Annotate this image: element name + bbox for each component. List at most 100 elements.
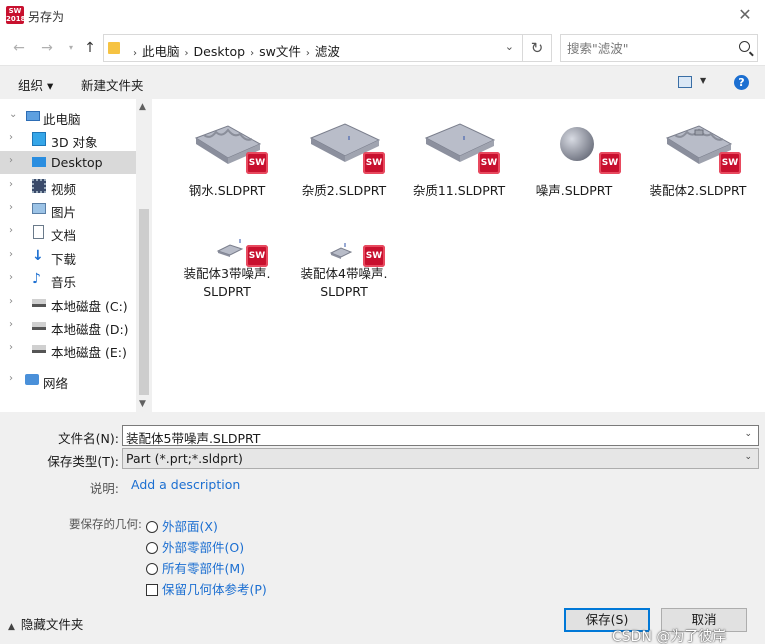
option-label: 保留几何体参考(P) <box>162 582 267 597</box>
chevron-right-icon[interactable]: › <box>9 373 13 384</box>
sidebar-item-desktop[interactable]: › Desktop <box>0 151 136 174</box>
sidebar-item-network[interactable]: › 网络 <box>0 369 136 392</box>
chevron-right-icon[interactable]: › <box>9 342 13 353</box>
folder-icon <box>108 42 120 54</box>
sidebar-item-label: 3D 对象 <box>51 135 98 150</box>
file-item[interactable]: SW 装配体2.SLDPRT <box>639 106 757 206</box>
exterior-components-option[interactable]: 外部零部件(O) <box>146 537 244 556</box>
solidworks-file-icon: SW <box>599 152 621 174</box>
sidebar-item-drive-c[interactable]: › 本地磁盘 (C:) <box>0 292 136 315</box>
save-options-panel: 文件名(N): 装配体5带噪声.SLDPRT ⌄ 保存类型(T): Part (… <box>0 412 765 644</box>
chevron-right-icon[interactable]: › <box>9 296 13 307</box>
window-title: 另存为 <box>28 10 65 24</box>
hide-folders-toggle[interactable]: ▲ 隐藏文件夹 <box>8 614 83 633</box>
sidebar-item-videos[interactable]: › 视频 <box>0 175 136 198</box>
help-icon[interactable]: ? <box>734 75 749 90</box>
pictures-icon <box>32 203 46 214</box>
exterior-faces-option[interactable]: 外部面(X) <box>146 516 218 535</box>
chevron-right-icon[interactable]: › <box>9 179 13 190</box>
close-icon[interactable]: ✕ <box>735 5 755 25</box>
recent-locations-chevron-icon[interactable]: ▾ <box>62 39 80 57</box>
drive-icon <box>32 345 46 353</box>
chevron-right-icon[interactable]: › <box>9 249 13 260</box>
chevron-right-icon[interactable]: › <box>9 202 13 213</box>
sidebar-scrollbar[interactable]: ▲ ▼ <box>136 99 151 412</box>
file-name: 装配体3带噪声. SLDPRT <box>183 266 271 299</box>
solidworks-file-icon: SW <box>478 152 500 174</box>
chevron-down-icon[interactable]: ⌄ <box>744 429 752 439</box>
desktop-icon <box>32 157 46 167</box>
radio-button[interactable] <box>146 521 158 533</box>
chevron-right-icon[interactable]: › <box>9 132 13 143</box>
sidebar-item-drive-e[interactable]: › 本地磁盘 (E:) <box>0 338 136 361</box>
sidebar-item-pictures[interactable]: › 图片 <box>0 198 136 221</box>
new-folder-button[interactable]: 新建文件夹 <box>81 75 144 94</box>
filetype-select[interactable]: Part (*.prt;*.sldprt) ⌄ <box>122 448 759 469</box>
scrollbar-thumb[interactable] <box>139 209 149 395</box>
search-box[interactable] <box>560 34 758 62</box>
description-label: 说明: <box>89 481 119 496</box>
checkbox[interactable] <box>146 584 158 596</box>
forward-arrow-icon[interactable]: → <box>38 39 56 57</box>
breadcrumb-item-sw-files[interactable]: sw文件 <box>259 44 301 59</box>
refresh-button[interactable]: ↻ <box>522 34 552 62</box>
breadcrumb-item-this-pc[interactable]: 此电脑 <box>142 44 180 59</box>
chevron-down-icon[interactable]: ⌄ <box>9 109 17 120</box>
file-name: 装配体2.SLDPRT <box>649 183 747 198</box>
scroll-up-icon[interactable]: ▲ <box>139 102 146 112</box>
radio-button[interactable] <box>146 563 158 575</box>
filename-field[interactable]: 装配体5带噪声.SLDPRT ⌄ <box>122 425 759 446</box>
chevron-right-icon: › <box>305 48 310 59</box>
sidebar-item-music[interactable]: › ♪ 音乐 <box>0 268 136 291</box>
chevron-right-icon: › <box>184 48 189 59</box>
navigation-pane: ⌄ 此电脑 › 3D 对象 › Desktop › 视频 › 图片 › 文档 ›… <box>0 99 152 412</box>
network-icon <box>25 374 39 385</box>
back-arrow-icon[interactable]: ← <box>10 39 28 57</box>
breadcrumb-item-desktop[interactable]: Desktop <box>194 44 246 59</box>
sidebar-item-this-pc[interactable]: ⌄ 此电脑 <box>0 105 136 128</box>
search-icon[interactable] <box>739 41 750 52</box>
chevron-right-icon[interactable]: › <box>9 319 13 330</box>
sidebar-item-downloads[interactable]: › ↓ 下载 <box>0 245 136 268</box>
file-item[interactable]: SW 杂质11.SLDPRT <box>400 106 518 206</box>
chevron-right-icon[interactable]: › <box>9 272 13 283</box>
search-input[interactable] <box>561 35 731 61</box>
sidebar-item-label: 下载 <box>51 252 77 267</box>
filename-value[interactable]: 装配体5带噪声.SLDPRT <box>126 428 260 447</box>
sidebar-item-documents[interactable]: › 文档 <box>0 221 136 244</box>
radio-button[interactable] <box>146 542 158 554</box>
view-mode-icon[interactable] <box>678 76 692 88</box>
chevron-down-icon[interactable]: ▼ <box>700 76 706 85</box>
organize-button[interactable]: 组织 ▾ <box>18 75 53 94</box>
sidebar-item-label: 图片 <box>51 205 77 220</box>
file-name: 噪声.SLDPRT <box>535 183 613 198</box>
address-bar[interactable]: › 此电脑 › Desktop › sw文件 › 滤波 ⌄ <box>103 34 523 62</box>
chevron-down-icon[interactable]: ⌄ <box>505 40 514 53</box>
up-arrow-icon[interactable]: ↑ <box>81 39 99 57</box>
solidworks-file-icon: SW <box>363 245 385 267</box>
preserve-geometry-references-option[interactable]: 保留几何体参考(P) <box>146 579 267 598</box>
sidebar-item-label: 视频 <box>51 182 77 197</box>
drive-icon <box>32 299 46 307</box>
file-item[interactable]: SW 噪声.SLDPRT <box>515 106 633 206</box>
file-name: 杂质2.SLDPRT <box>301 183 387 198</box>
sidebar-item-label: Desktop <box>51 155 103 170</box>
file-item[interactable]: SW 装配体3带噪声. SLDPRT <box>168 215 286 315</box>
sidebar-item-label: 文档 <box>51 228 77 243</box>
chevron-right-icon[interactable]: › <box>9 225 13 236</box>
scroll-down-icon[interactable]: ▼ <box>139 399 146 409</box>
add-description-link[interactable]: Add a description <box>131 477 240 492</box>
chevron-right-icon[interactable]: › <box>9 155 13 166</box>
chevron-up-icon: ▲ <box>8 622 15 632</box>
sidebar-item-3d-objects[interactable]: › 3D 对象 <box>0 128 136 151</box>
file-list: SW 钢水.SLDPRT SW 杂质2.SLDPRT SW 杂质11.SLDPR… <box>153 99 765 412</box>
chevron-down-icon[interactable]: ⌄ <box>744 452 752 462</box>
file-item[interactable]: SW 杂质2.SLDPRT <box>285 106 403 206</box>
all-components-option[interactable]: 所有零部件(M) <box>146 558 245 577</box>
file-item[interactable]: SW 钢水.SLDPRT <box>168 106 286 206</box>
refresh-icon: ↻ <box>530 39 544 57</box>
sidebar-item-drive-d[interactable]: › 本地磁盘 (D:) <box>0 315 136 338</box>
file-name: 杂质11.SLDPRT <box>412 183 506 198</box>
breadcrumb-item-filter[interactable]: 滤波 <box>315 44 340 59</box>
file-item[interactable]: SW 装配体4带噪声. SLDPRT <box>285 215 403 315</box>
